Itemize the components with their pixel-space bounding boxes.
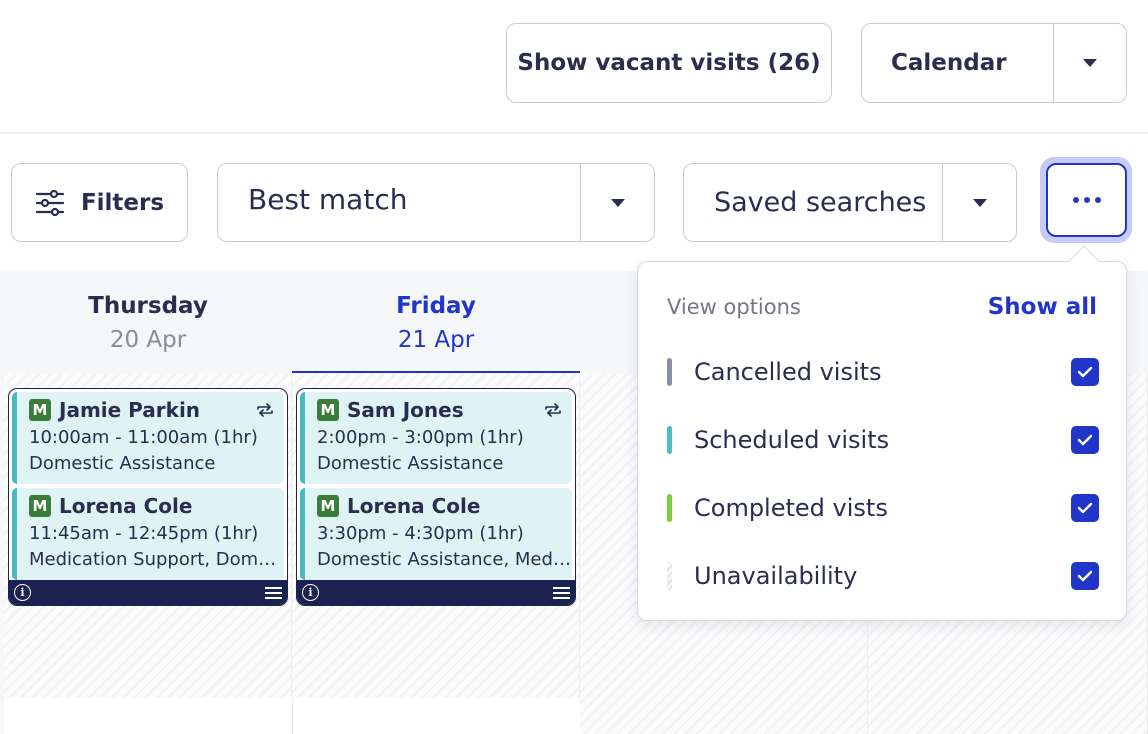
filters-button[interactable]: Filters [11,163,188,242]
caret-down-icon [1083,59,1097,67]
view-option-cancelled[interactable]: Cancelled visits [667,352,1099,392]
carer-badge: M [317,495,339,517]
day-name: Thursday [88,293,208,319]
info-icon[interactable]: i [302,584,319,601]
calendar-view-label: Calendar [891,50,1007,76]
visit-group-footer: i [297,580,575,605]
calendar-view-select[interactable]: Calendar [861,23,1127,103]
column-divider [292,698,293,734]
checkbox-checked-icon[interactable] [1071,562,1099,590]
menu-icon[interactable] [265,586,282,599]
show-vacant-visits-label: Show vacant visits (26) [517,50,821,76]
view-option-completed[interactable]: Completed vists [667,488,1099,528]
saved-searches-select[interactable]: Saved searches [683,163,1017,242]
visit-card[interactable]: M Sam Jones 2:00pm - 3:00pm (1hr) Domest… [300,392,572,484]
completed-color-swatch [667,494,672,522]
visit-service: Medication Support, Domestic Assistance [29,549,284,570]
view-option-scheduled[interactable]: Scheduled visits [667,420,1099,460]
checkbox-checked-icon[interactable] [1071,494,1099,522]
caret-down-icon [972,198,987,207]
ellipsis-dot [1094,197,1101,203]
visit-time: 3:30pm - 4:30pm (1hr) [317,523,524,544]
client-name: Lorena Cole [59,494,193,518]
visit-service: Domestic Assistance, Medication Support [317,549,572,570]
repeat-icon [545,403,561,417]
sort-label: Best match [248,183,408,216]
show-vacant-visits-button[interactable]: Show vacant visits (26) [506,23,832,103]
day-header-friday[interactable]: Friday 21 Apr [292,271,580,373]
carer-badge: M [29,495,51,517]
caret-down-icon [610,198,625,207]
carer-badge: M [317,399,339,421]
sort-select[interactable]: Best match [217,163,655,242]
view-option-label: Unavailability [694,562,858,590]
view-option-label: Cancelled visits [694,358,882,386]
visit-time: 2:00pm - 3:00pm (1hr) [317,427,524,448]
filters-label: Filters [80,189,165,216]
view-option-unavailability[interactable]: Unavailability [667,556,1099,596]
view-options-title: View options [667,295,801,319]
saved-searches-dropdown-toggle[interactable] [942,164,1016,241]
repeat-icon [257,403,273,417]
sliders-icon [35,189,65,216]
ellipsis-dot [1083,197,1090,203]
view-option-label: Completed vists [694,494,888,522]
day-date: 20 Apr [109,327,187,353]
day-name: Friday [396,293,476,319]
calendar-dropdown-toggle[interactable] [1053,24,1126,102]
visit-service: Domestic Assistance [317,453,504,474]
info-icon[interactable]: i [14,584,31,601]
visit-card[interactable]: M Lorena Cole 3:30pm - 4:30pm (1hr) Dome… [300,488,572,580]
visit-group-friday[interactable]: M Sam Jones 2:00pm - 3:00pm (1hr) Domest… [296,388,576,606]
carer-badge: M [29,399,51,421]
unavailability-hatch-swatch [667,562,672,590]
dropdown-pointer [1068,245,1100,277]
visit-service: Domestic Assistance [29,453,216,474]
scheduled-color-swatch [667,426,672,454]
saved-searches-label: Saved searches [714,187,927,218]
view-options-dropdown: View options Show all Cancelled visits S… [637,245,1127,621]
header-divider [0,132,1148,134]
cancelled-color-swatch [667,358,672,386]
client-name: Sam Jones [347,398,464,422]
sort-dropdown-toggle[interactable] [580,164,654,241]
ellipsis-icon [1072,197,1079,203]
visit-time: 11:45am - 12:45pm (1hr) [29,523,259,544]
visit-card[interactable]: M Lorena Cole 11:45am - 12:45pm (1hr) Me… [12,488,284,580]
day-header-thursday[interactable]: Thursday 20 Apr [4,271,292,373]
show-all-link[interactable]: Show all [988,294,1097,320]
menu-icon[interactable] [553,586,570,599]
visit-group-thursday[interactable]: M Jamie Parkin 10:00am - 11:00am (1hr) D… [8,388,288,606]
visit-group-footer: i [9,580,287,605]
checkbox-checked-icon[interactable] [1071,426,1099,454]
client-name: Jamie Parkin [59,398,201,422]
view-option-label: Scheduled visits [694,426,890,454]
client-name: Lorena Cole [347,494,481,518]
checkbox-checked-icon[interactable] [1071,358,1099,386]
day-date: 21 Apr [397,327,475,353]
visit-card[interactable]: M Jamie Parkin 10:00am - 11:00am (1hr) D… [12,392,284,484]
visit-time: 10:00am - 11:00am (1hr) [29,427,258,448]
more-options-button[interactable] [1046,163,1127,237]
